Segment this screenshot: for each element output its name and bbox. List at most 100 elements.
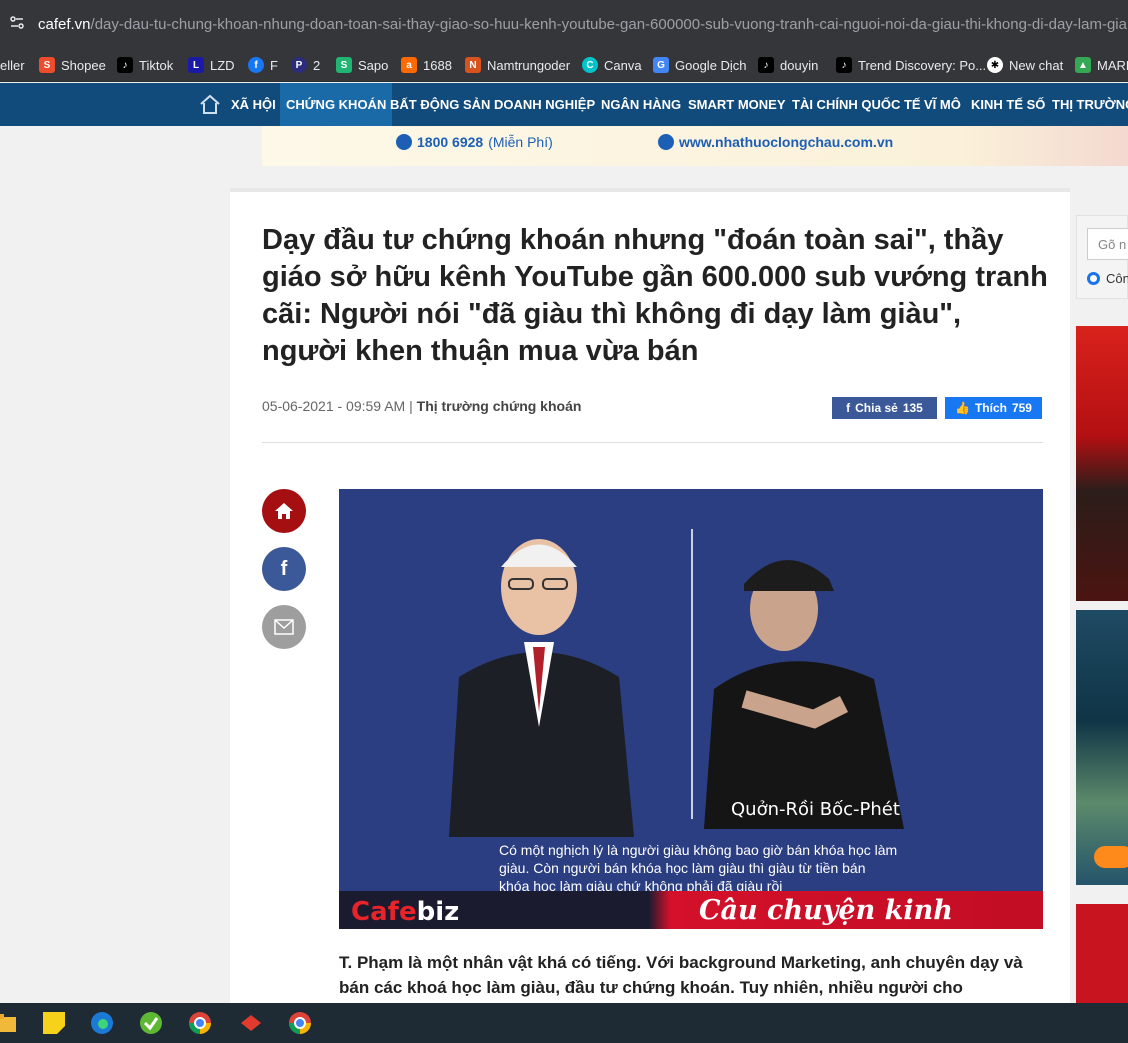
nav-item-smart-money[interactable]: SMART MONEY [688, 83, 786, 126]
ad-banner[interactable]: 1800 6928 (Miễn Phí) www.nhathuoclongcha… [262, 126, 1128, 166]
bookmark-item[interactable]: L LZD [188, 55, 235, 75]
bookmark-label: Canva [604, 57, 642, 73]
bookmark-label: Google Dịch [675, 57, 747, 73]
globe-icon [658, 134, 674, 150]
meta-separator: | [409, 398, 413, 414]
bookmark-label: douyin [780, 57, 819, 73]
edge-icon[interactable] [89, 1010, 115, 1036]
app-red-icon[interactable] [238, 1010, 264, 1036]
logo-part-biz: biz [416, 897, 460, 927]
sapo-icon: S [336, 57, 352, 73]
bookmark-item[interactable]: ✱ New chat [987, 55, 1063, 75]
bookmark-label: Tiktok [139, 57, 174, 73]
search-input[interactable]: Gõ n [1087, 228, 1128, 260]
bookmark-label: 2 [313, 57, 321, 73]
chrome-icon[interactable] [187, 1010, 213, 1036]
facebook-icon: f [248, 57, 264, 73]
like-count: 759 [1011, 401, 1032, 415]
image-divider [691, 529, 693, 819]
bookmark-item[interactable]: N Namtrungoder [465, 55, 570, 75]
facebook-share-side-button[interactable]: f [262, 547, 306, 591]
bookmark-label: MARK [1097, 57, 1128, 73]
chrome-icon[interactable] [287, 1010, 313, 1036]
facebook-share-button[interactable]: f Chia sẻ 135 [832, 397, 937, 419]
bookmark-label: Sapo [358, 57, 389, 73]
logo-part-cafe: Cafe [351, 897, 417, 927]
facebook-icon: f [846, 401, 851, 415]
nav-item-xa-hoi[interactable]: XÃ HỘI [231, 83, 276, 126]
search-radio-option[interactable]: Côn [1087, 271, 1128, 286]
facebook-icon: f [280, 557, 288, 580]
tiktok-icon: ♪ [117, 57, 133, 73]
bookmark-item[interactable]: ♪ douyin [758, 55, 818, 75]
person-left-illustration [449, 539, 634, 837]
bookmark-item[interactable]: eller [0, 55, 25, 75]
file-explorer-icon[interactable] [0, 1010, 18, 1036]
site-info-icon[interactable] [8, 14, 28, 34]
nav-item-kinh-te-so[interactable]: KINH TẾ SỐ [971, 83, 1045, 126]
bookmark-item[interactable]: S Sapo [336, 55, 388, 75]
douyin-icon: ♪ [758, 57, 774, 73]
nav-item-vi-mo[interactable]: VĨ MÔ [924, 83, 961, 126]
bookmark-label: Shopee [61, 57, 106, 73]
sidebar-ad-3[interactable] [1076, 904, 1128, 1004]
article-title: Dạy đầu tư chứng khoán nhưng "đoán toàn … [262, 224, 1048, 367]
ad-cta-button[interactable] [1094, 846, 1128, 868]
image-story-label: Câu chuyện kinh doanh [699, 895, 953, 929]
banner-phone-number: 1800 6928 [417, 134, 484, 150]
image-caption-name: Quởn-Rồi Bốc-Phét [731, 799, 900, 820]
bookmark-item[interactable]: ▲ MARK [1075, 55, 1128, 75]
app-green-icon[interactable] [138, 1010, 164, 1036]
nav-item-tai-chinh-quoc-te[interactable]: TÀI CHÍNH QUỐC TẾ [792, 83, 921, 126]
email-share-button[interactable] [262, 605, 306, 649]
address-bar[interactable]: cafef.vn/day-dau-tu-chung-khoan-nhung-do… [0, 0, 1128, 48]
bookmark-item[interactable]: ♪ Trend Discovery: Po... [836, 55, 986, 75]
share-label: Chia sẻ [855, 401, 898, 415]
nav-item-ngan-hang[interactable]: NGÂN HÀNG [601, 83, 681, 126]
banner-website: www.nhathuoclongchau.com.vn [658, 134, 893, 150]
banner-website-text: www.nhathuoclongchau.com.vn [679, 134, 894, 150]
radio-label: Côn [1106, 271, 1128, 286]
like-label: Thích [974, 401, 1007, 415]
sidebar-ad-2[interactable] [1076, 610, 1128, 885]
bookmark-label: New chat [1009, 57, 1064, 73]
sticky-notes-icon[interactable] [41, 1010, 67, 1036]
nav-item-chung-khoan[interactable]: CHỨNG KHOÁN [280, 83, 393, 126]
phone-icon [396, 134, 412, 150]
bookmark-item[interactable]: C Canva [582, 55, 642, 75]
nav-item-thi-truong[interactable]: THỊ TRƯỜNG [1052, 83, 1128, 126]
image-quote: Có một nghịch lý là người giàu không bao… [499, 842, 898, 894]
bookmark-item[interactable]: G Google Dịch [653, 55, 747, 75]
bookmark-item[interactable]: a 1688 [401, 55, 452, 75]
drive-icon: ▲ [1075, 57, 1091, 73]
thumbs-up-icon: 👍 [955, 401, 970, 415]
url-domain: cafef.vn [38, 16, 91, 33]
bookmark-item[interactable]: ♪ Tiktok [117, 55, 173, 75]
os-taskbar [0, 1003, 1128, 1043]
url-text[interactable]: cafef.vn/day-dau-tu-chung-khoan-nhung-do… [38, 16, 1128, 36]
url-path: /day-dau-tu-chung-khoan-nhung-doan-toan-… [90, 16, 1128, 33]
chatgpt-icon: ✱ [987, 57, 1003, 73]
lazada-icon: L [188, 57, 204, 73]
sidebar-ad-1[interactable] [1076, 326, 1128, 601]
article-body-text: T. Phạm là một nhân vật khá có tiếng. Vớ… [339, 953, 1023, 997]
home-icon [275, 503, 293, 519]
bookmark-label: Trend Discovery: Po... [858, 57, 987, 73]
article-category-link[interactable]: Thị trường chứng khoán [417, 398, 582, 414]
p-icon: P [291, 57, 307, 73]
namtrung-icon: N [465, 57, 481, 73]
nav-item-bat-dong-san[interactable]: BẤT ĐỘNG SẢN [390, 83, 490, 126]
home-button[interactable] [262, 489, 306, 533]
divider [262, 442, 1043, 443]
bookmark-item[interactable]: fF [248, 55, 278, 75]
facebook-like-button[interactable]: 👍 Thích 759 [945, 397, 1042, 419]
bookmark-item[interactable]: P2 [291, 55, 320, 75]
translate-icon: G [653, 57, 669, 73]
bookmark-item[interactable]: S Shopee [39, 55, 106, 75]
nav-item-doanh-nghiep[interactable]: DOANH NGHIỆP [494, 83, 595, 126]
article-date: 05-06-2021 - 09:59 AM [262, 398, 406, 414]
bookmark-label: Namtrungoder [487, 57, 571, 73]
home-icon[interactable] [198, 93, 222, 115]
shopee-icon: S [39, 57, 55, 73]
bookmark-label: LZD [210, 57, 235, 73]
